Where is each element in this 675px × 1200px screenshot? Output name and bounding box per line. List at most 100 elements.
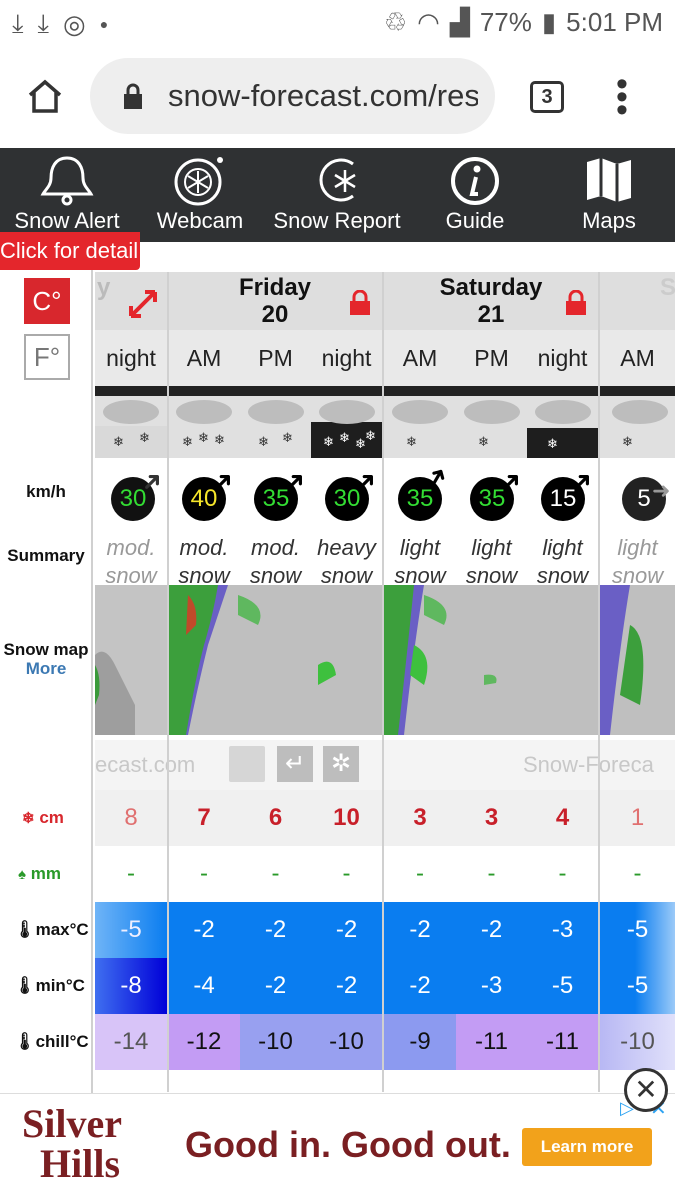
snow-cm-value: 6 (268, 804, 283, 831)
snow-cm-value: 10 (333, 804, 360, 831)
summary-intensity: light (617, 535, 658, 560)
snowmap-more-link[interactable]: More (0, 659, 92, 679)
rain-mm-value: - (342, 860, 351, 887)
address-bar[interactable]: snow-forecast.com/res (90, 58, 495, 134)
svg-text:❄: ❄ (258, 434, 269, 449)
ad-cta-button[interactable]: Learn more (522, 1128, 652, 1166)
period-label: AM (384, 330, 456, 386)
period-label: AM (600, 330, 675, 386)
day-name: S (660, 274, 675, 301)
max-temp-value: -5 (120, 916, 142, 943)
nav-maps[interactable]: Maps (570, 148, 648, 242)
svg-text:❄: ❄ (182, 434, 193, 449)
max-temp-value: -5 (626, 916, 649, 943)
cloud-toggle-icon[interactable] (229, 746, 265, 782)
expand-arrows-icon[interactable] (127, 288, 159, 320)
summary-intensity: mod. (179, 535, 229, 560)
min-temp-value: -5 (551, 972, 574, 999)
tab-count: 3 (541, 86, 553, 108)
recycle-icon: ♲ (383, 7, 408, 37)
rain-unit-label: mm (30, 864, 61, 883)
close-ad-button[interactable]: ✕ (624, 1068, 668, 1112)
rain-mm-value: - (558, 860, 567, 887)
raindrop-icon: ♠ (18, 866, 26, 883)
download-icon: ⤓ (37, 8, 50, 38)
info-icon (451, 157, 499, 205)
snow-report-icon (319, 158, 356, 202)
celsius-toggle[interactable]: C° (24, 278, 70, 324)
click-for-detail-tooltip[interactable]: Click for detail (0, 232, 140, 270)
arrow-toggle-icon[interactable]: ↵ (277, 746, 313, 782)
ad-banner[interactable]: Silver Hills Good in. Good out. Learn mo… (0, 1093, 675, 1200)
home-icon[interactable] (26, 78, 64, 114)
nav-webcam[interactable]: Webcam (150, 148, 250, 242)
summary-intensity: light (471, 535, 512, 560)
battery-icon: ▮ (541, 7, 557, 37)
summary-intensity: mod. (251, 535, 300, 560)
wind-direction-arrow-icon: ➜ (652, 478, 671, 503)
nav-label: Snow Alert (14, 208, 120, 233)
snow-map-thumbnail[interactable] (168, 585, 382, 735)
ad-brand-line2: Hills (40, 1141, 121, 1186)
fahrenheit-toggle[interactable]: F° (24, 334, 70, 380)
snow-map-thumbnail[interactable] (95, 585, 167, 735)
snow-cloud-icon: ❄ (612, 400, 668, 449)
row-label-rain: ♠ mm (0, 864, 92, 884)
chill-value: -10 (620, 1028, 655, 1055)
max-temp-value: -2 (264, 916, 287, 943)
svg-text:❄: ❄ (547, 436, 558, 451)
min-temp-value: -3 (480, 972, 503, 999)
wifi-icon: ◠ (417, 7, 440, 37)
nav-snow-alert[interactable]: Snow Alert (0, 148, 134, 242)
weather-icon-cell: ❄ ❄ (95, 386, 167, 458)
svg-text:❄: ❄ (113, 434, 124, 449)
weather-icon-cell: ❄ (527, 386, 598, 458)
snow-cloud-icon: ❄ (535, 400, 591, 451)
weather-icon-cell: ❄ (600, 386, 675, 458)
wind-cell: 30 ➜ (95, 462, 170, 538)
snow-cloud-icon: ❄ ❄ ❄ (176, 400, 232, 449)
period-label: AM (168, 330, 240, 386)
nav-label: Webcam (156, 208, 244, 233)
thermometer-icon: 🌡︎ (14, 920, 36, 939)
menu-kebab-icon[interactable]: • • • (616, 67, 628, 127)
snow-map-image (95, 651, 135, 735)
day-header: S (600, 272, 675, 330)
dot-icon: ● (99, 16, 109, 32)
chill-value: -9 (409, 1028, 431, 1055)
lock-icon[interactable] (349, 290, 371, 316)
chill-value: -11 (475, 1028, 508, 1055)
forecast-table[interactable]: y Friday 20 Saturday 21 S night AM PM ni… (95, 272, 675, 1092)
rain-mm-value: - (633, 860, 642, 887)
chill-value: -11 (546, 1028, 579, 1055)
min-temp-value: -2 (335, 972, 358, 999)
nav-guide[interactable]: Guide (430, 148, 520, 242)
battery-level: 77% (479, 7, 532, 37)
url-text[interactable]: snow-forecast.com/res (168, 78, 478, 114)
row-label-min: 🌡︎min°C (0, 976, 92, 996)
svg-text:❄: ❄ (478, 434, 489, 449)
min-temp-value: -4 (193, 972, 215, 999)
rain-mm-value: - (416, 860, 424, 887)
tab-switcher-button[interactable]: 3 (530, 81, 564, 113)
snow-map-thumbnail[interactable] (600, 585, 675, 735)
row-label-snowmap: Snow map (3, 640, 89, 659)
summary-intensity: heavy (317, 535, 376, 560)
wind-cell: 5 ➜ (600, 462, 675, 538)
weather-icon-cell: ❄ (456, 386, 527, 458)
nav-label: Snow Report (273, 208, 401, 233)
max-temp-value: -2 (193, 916, 215, 943)
rain-mm-value: - (487, 860, 496, 887)
snow-map-thumbnail[interactable] (384, 585, 598, 735)
lock-icon[interactable] (565, 290, 587, 316)
row-label-wind: km/h (26, 482, 66, 501)
rain-mm-value: - (127, 860, 135, 887)
chill-label: chill°C (35, 1032, 89, 1051)
snow-cm-value: 8 (124, 804, 138, 831)
snow-unit-label: cm (39, 808, 64, 827)
nav-snow-report[interactable]: Snow Report (268, 148, 406, 242)
snowflake-toggle-icon[interactable]: ✲ (323, 746, 359, 782)
map-icon (587, 158, 631, 202)
day-name: y (97, 274, 111, 301)
period-label: night (311, 330, 382, 386)
